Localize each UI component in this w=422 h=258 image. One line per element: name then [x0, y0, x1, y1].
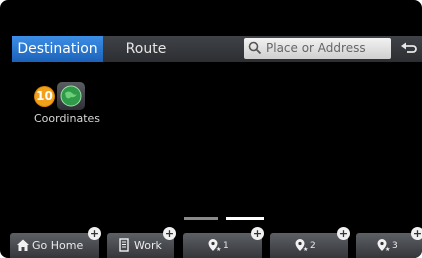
back-button[interactable] [396, 36, 422, 62]
quick-fav-1[interactable]: ★ 1 + [183, 227, 264, 258]
star-pin-icon: ★ [295, 239, 308, 252]
quick-fav-2[interactable]: ★ 2 + [270, 227, 350, 258]
quick-work[interactable]: Work + [107, 227, 176, 258]
app-label: Coordinates [33, 112, 101, 125]
search-field[interactable]: Place or Address [244, 38, 391, 59]
star-pin-icon: ★ [208, 239, 221, 252]
top-bar: Destination Route Place or Address [12, 36, 422, 62]
app-coordinates[interactable]: 10 Coordinates [22, 78, 112, 132]
star-pin-icon: ★ [377, 239, 390, 252]
search-placeholder: Place or Address [266, 41, 366, 55]
add-icon: + [88, 227, 101, 240]
back-arrow-icon [401, 42, 417, 53]
tab-destination[interactable]: Destination [12, 36, 103, 62]
building-icon [119, 238, 129, 252]
quick-label: Work [134, 239, 162, 252]
callout-badge: 10 [35, 87, 54, 106]
quick-fav-3[interactable]: ★ 3 + [356, 227, 422, 258]
svg-text:★: ★ [303, 246, 308, 252]
add-icon: + [411, 227, 422, 240]
svg-text:★: ★ [216, 246, 221, 252]
quick-label: 3 [392, 241, 398, 251]
tab-route[interactable]: Route [116, 36, 176, 62]
home-icon [17, 239, 29, 251]
nav-screen: Destination Route Place or Address 10 Co… [0, 0, 422, 258]
quick-label: 1 [223, 241, 229, 251]
add-icon: + [337, 227, 350, 240]
quick-go-home[interactable]: Go Home + [10, 227, 101, 258]
page-indicator-2 [226, 217, 264, 220]
add-icon: + [163, 227, 176, 240]
search-icon [248, 41, 262, 55]
page-indicator-1 [184, 217, 218, 220]
add-icon: + [251, 227, 264, 240]
globe-icon [57, 82, 85, 110]
quick-label: Go Home [32, 239, 84, 252]
quick-label: 2 [310, 241, 316, 251]
svg-text:★: ★ [385, 246, 390, 252]
